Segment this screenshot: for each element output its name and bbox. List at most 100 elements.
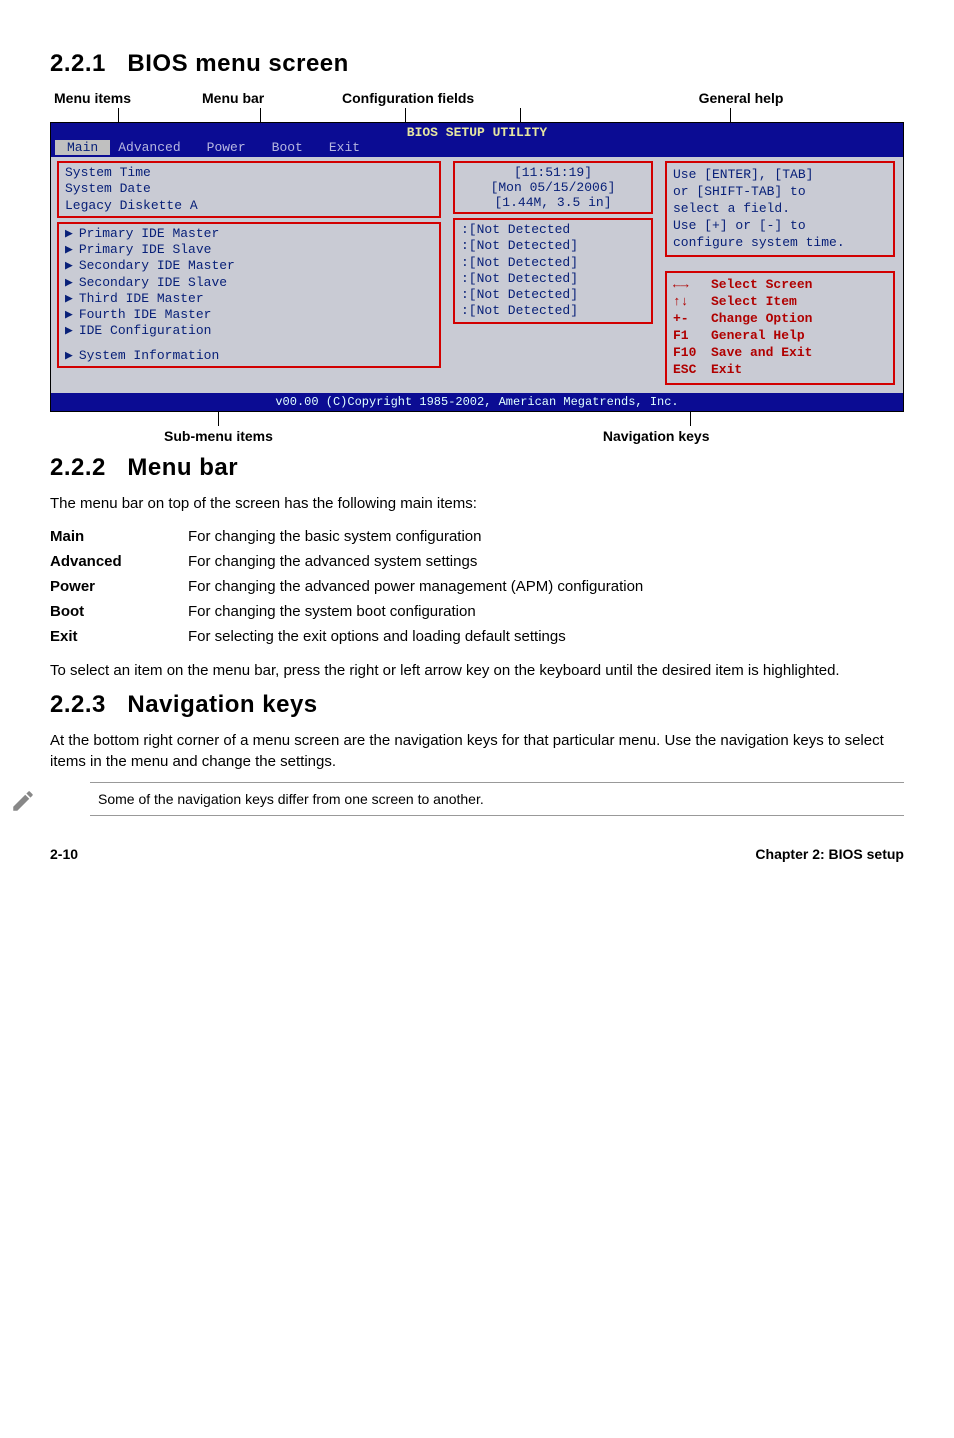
row-primary-ide-slave[interactable]: ▶Primary IDE Slave: [65, 242, 433, 258]
term-exit: Exit: [50, 624, 188, 649]
value-system-time[interactable]: [11:51:19]: [461, 165, 645, 180]
triangle-icon: ▶: [65, 258, 73, 273]
help-line: Use [ENTER], [TAB]: [673, 167, 887, 184]
bios-body: System Time System Date Legacy Diskette …: [51, 157, 903, 393]
row-ide-configuration[interactable]: ▶IDE Configuration: [65, 323, 433, 339]
row-primary-ide-master[interactable]: ▶Primary IDE Master: [65, 226, 433, 242]
value-system-date[interactable]: [Mon 05/15/2006]: [461, 180, 645, 195]
triangle-icon: ▶: [65, 242, 73, 257]
menubar-boot[interactable]: Boot: [264, 140, 321, 155]
box-datetime-values: [11:51:19] [Mon 05/15/2006] [1.44M, 3.5 …: [453, 161, 653, 214]
bios-window: BIOS SETUP UTILITY Main Advanced Power B…: [50, 122, 904, 412]
label-config-fields: Configuration fields: [342, 90, 582, 106]
box-submenu-items: ▶Primary IDE Master ▶Primary IDE Slave ▶…: [57, 222, 441, 368]
section-heading-223: 2.2.3 Navigation keys: [50, 691, 904, 719]
help-line: select a field.: [673, 201, 887, 218]
triangle-icon: ▶: [65, 307, 73, 322]
navkey-row: ESCExit: [673, 362, 887, 379]
label-navigation-keys: Navigation keys: [603, 428, 710, 444]
triangle-icon: ▶: [65, 275, 73, 290]
value-legacy-diskette[interactable]: [1.44M, 3.5 in]: [461, 195, 645, 210]
help-line: Use [+] or [-] to: [673, 218, 887, 235]
box-datetime: System Time System Date Legacy Diskette …: [57, 161, 441, 218]
term-main: Main: [50, 524, 188, 549]
desc-advanced: For changing the advanced system setting…: [188, 549, 904, 574]
navkey-row: ←→Select Screen: [673, 277, 887, 294]
box-detect-values: :[Not Detected :[Not Detected] :[Not Det…: [453, 218, 653, 324]
navkeys-text: At the bottom right corner of a menu scr…: [50, 731, 904, 772]
def-row-boot: Boot For changing the system boot config…: [50, 599, 904, 624]
box-general-help: Use [ENTER], [TAB] or [SHIFT-TAB] to sel…: [665, 161, 895, 257]
navkey-row: ↑↓Select Item: [673, 294, 887, 311]
label-menu-items: Menu items: [54, 90, 202, 106]
section-title: Navigation keys: [127, 691, 317, 718]
section-title: BIOS menu screen: [127, 50, 348, 77]
diagram-top-labels: Menu items Menu bar Configuration fields…: [50, 90, 904, 108]
row-fourth-ide-master[interactable]: ▶Fourth IDE Master: [65, 307, 433, 323]
value-primary-ide-slave: :[Not Detected]: [461, 238, 645, 254]
menubar-outro: To select an item on the menu bar, press…: [50, 661, 904, 681]
row-system-information[interactable]: ▶System Information: [65, 348, 433, 364]
value-third-ide-master: :[Not Detected]: [461, 287, 645, 303]
chapter-label: Chapter 2: BIOS setup: [755, 846, 904, 862]
note-text: Some of the navigation keys differ from …: [90, 782, 904, 816]
help-line: or [SHIFT-TAB] to: [673, 184, 887, 201]
section-heading-221: 2.2.1 BIOS menu screen: [50, 50, 904, 78]
navkey-row: +-Change Option: [673, 311, 887, 328]
section-title: Menu bar: [127, 454, 238, 481]
term-power: Power: [50, 574, 188, 599]
triangle-icon: ▶: [65, 323, 73, 338]
box-navigation-keys: ←→Select Screen ↑↓Select Item +-Change O…: [665, 271, 895, 384]
label-submenu-items: Sub-menu items: [164, 428, 273, 444]
menubar-power[interactable]: Power: [199, 140, 264, 155]
row-system-time[interactable]: System Time: [65, 165, 433, 181]
navkey-arrows-ud: ↑↓: [673, 294, 711, 311]
bios-menubar: Main Advanced Power Boot Exit: [51, 140, 903, 157]
menubar-advanced[interactable]: Advanced: [110, 140, 198, 155]
menubar-main[interactable]: Main: [55, 140, 110, 155]
bios-diagram: Menu items Menu bar Configuration fields…: [50, 90, 904, 444]
def-row-main: Main For changing the basic system confi…: [50, 524, 904, 549]
row-third-ide-master[interactable]: ▶Third IDE Master: [65, 291, 433, 307]
bios-mid-column: [11:51:19] [Mon 05/15/2006] [1.44M, 3.5 …: [447, 157, 659, 389]
menubar-intro: The menu bar on top of the screen has th…: [50, 494, 904, 514]
def-row-advanced: Advanced For changing the advanced syste…: [50, 549, 904, 574]
page-number: 2-10: [50, 846, 78, 862]
navkey-plus-minus: +-: [673, 311, 711, 328]
pencil-icon: [10, 788, 36, 814]
term-boot: Boot: [50, 599, 188, 624]
help-line: configure system time.: [673, 235, 887, 252]
label-general-help: General help: [582, 90, 900, 106]
navkey-esc: ESC: [673, 362, 711, 379]
navkey-row: F10Save and Exit: [673, 345, 887, 362]
triangle-icon: ▶: [65, 291, 73, 306]
row-secondary-ide-master[interactable]: ▶Secondary IDE Master: [65, 258, 433, 274]
value-secondary-ide-slave: :[Not Detected]: [461, 271, 645, 287]
def-row-exit: Exit For selecting the exit options and …: [50, 624, 904, 649]
triangle-icon: ▶: [65, 348, 73, 363]
section-num: 2.2.3: [50, 691, 106, 718]
bottom-connectors: [50, 412, 904, 426]
triangle-icon: ▶: [65, 226, 73, 241]
navkey-f10: F10: [673, 345, 711, 362]
top-connectors: [50, 108, 904, 122]
row-secondary-ide-slave[interactable]: ▶Secondary IDE Slave: [65, 275, 433, 291]
note-block: Some of the navigation keys differ from …: [50, 782, 904, 816]
bios-right-column: Use [ENTER], [TAB] or [SHIFT-TAB] to sel…: [659, 157, 899, 389]
section-heading-222: 2.2.2 Menu bar: [50, 454, 904, 482]
row-legacy-diskette[interactable]: Legacy Diskette A: [65, 198, 433, 214]
section-num: 2.2.2: [50, 454, 106, 481]
label-menu-bar: Menu bar: [202, 90, 342, 106]
def-row-power: Power For changing the advanced power ma…: [50, 574, 904, 599]
row-system-date[interactable]: System Date: [65, 181, 433, 197]
section-num: 2.2.1: [50, 50, 106, 77]
bios-footer: v00.00 (C)Copyright 1985-2002, American …: [51, 393, 903, 411]
navkey-arrows-lr: ←→: [673, 277, 711, 294]
page-footer: 2-10 Chapter 2: BIOS setup: [50, 846, 904, 862]
value-secondary-ide-master: :[Not Detected]: [461, 255, 645, 271]
navkey-f1: F1: [673, 328, 711, 345]
term-advanced: Advanced: [50, 549, 188, 574]
menubar-exit[interactable]: Exit: [321, 140, 378, 155]
desc-exit: For selecting the exit options and loadi…: [188, 624, 904, 649]
menubar-definitions: Main For changing the basic system confi…: [50, 524, 904, 649]
